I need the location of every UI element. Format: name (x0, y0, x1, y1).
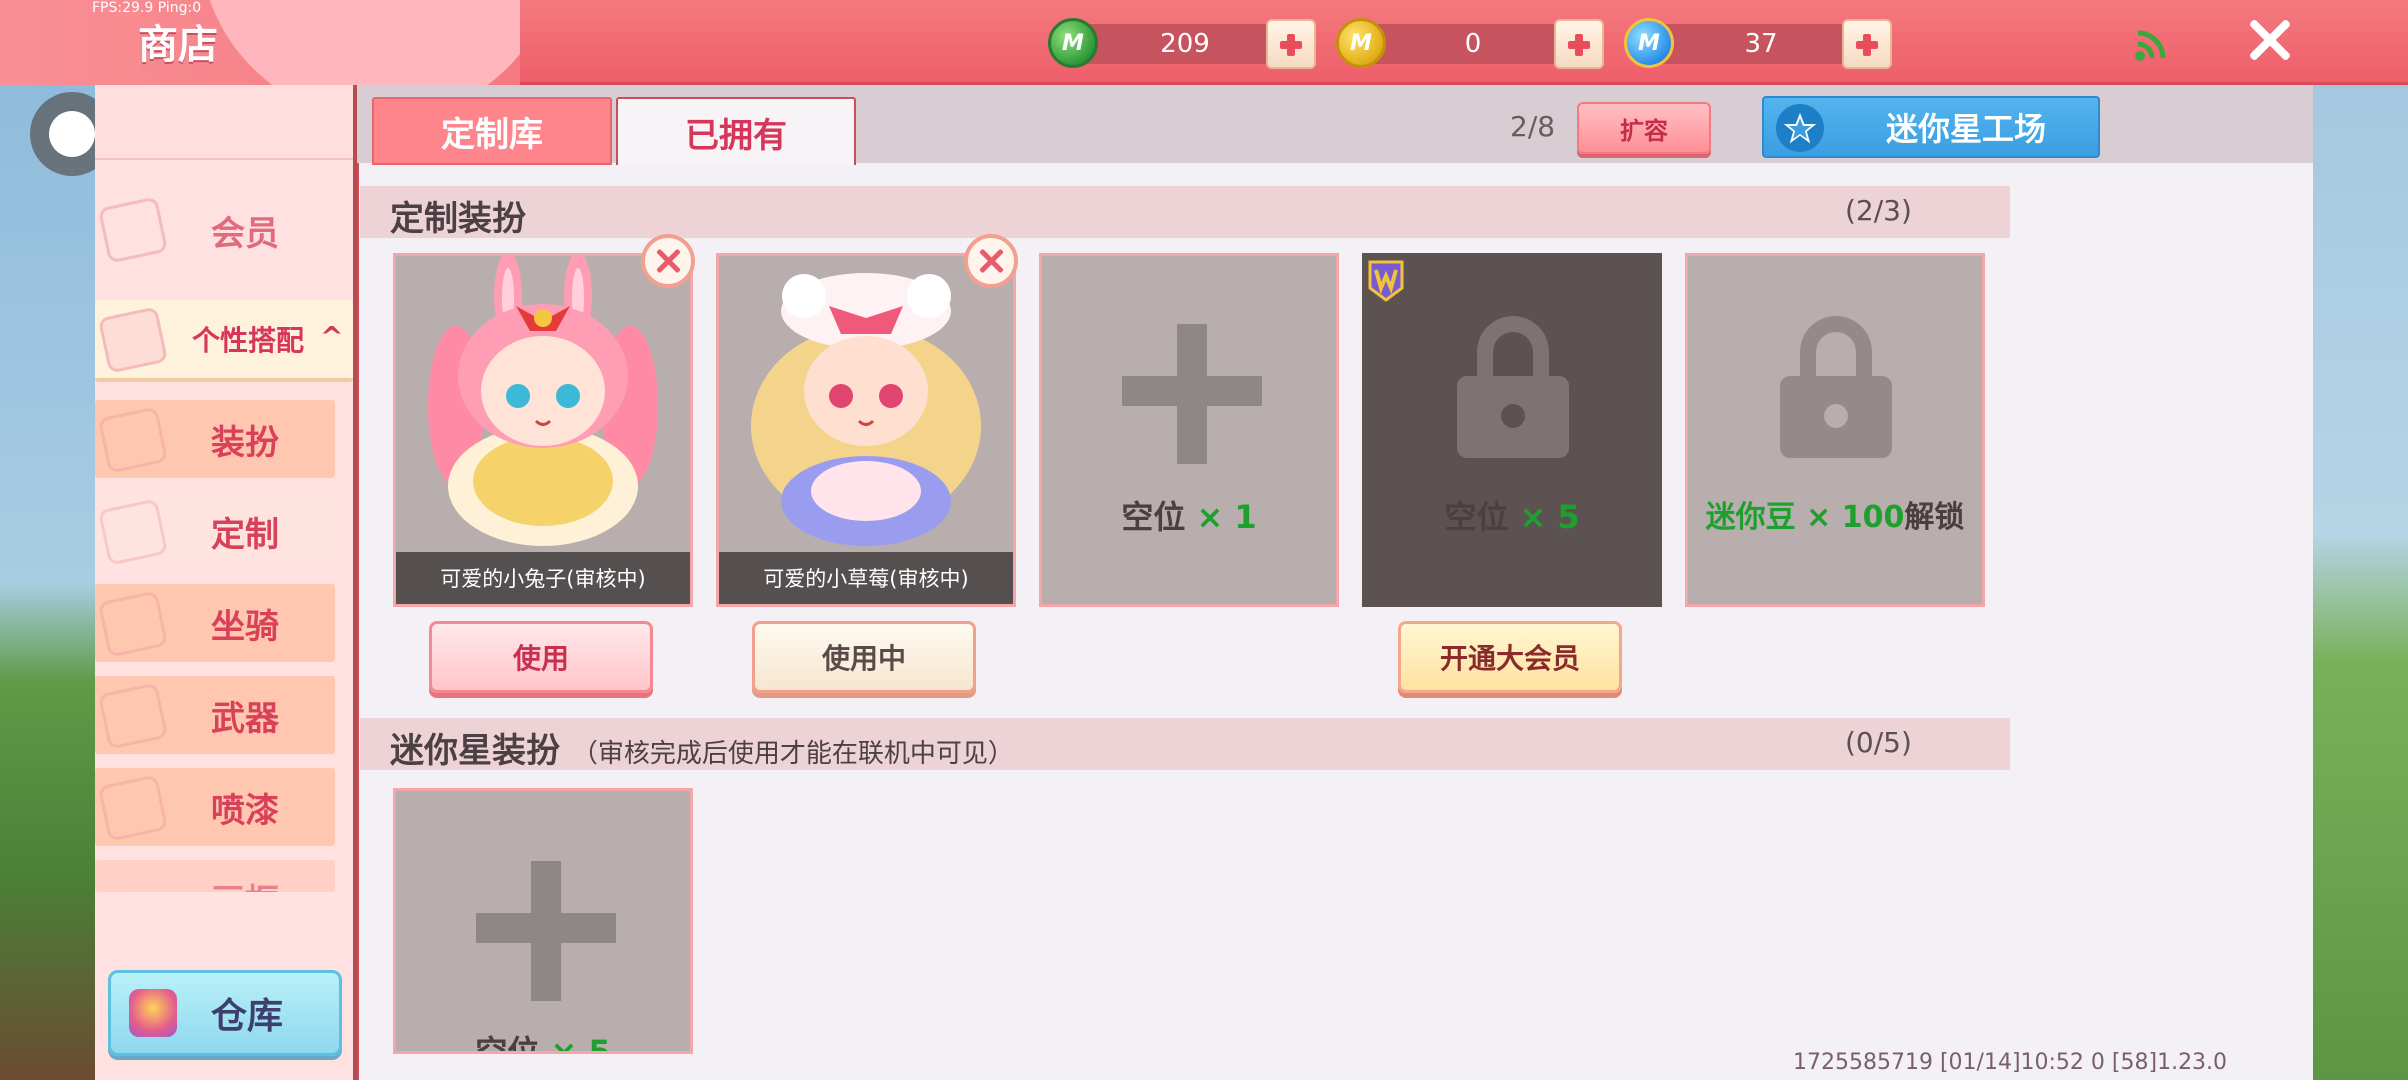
page-title: 商店 (138, 22, 218, 68)
star-icon (1776, 104, 1824, 152)
signal-icon (2135, 30, 2166, 61)
currency-value-point: 37 (1744, 29, 1778, 59)
expand-button[interactable]: 扩容 (1577, 102, 1711, 154)
section-count-mini-star: (0/5) (1845, 726, 1912, 759)
in-use-button[interactable]: 使用中 (752, 621, 976, 693)
lock-icon (1457, 316, 1569, 466)
plus-icon (476, 861, 616, 1001)
mini-star-empty-slot-card[interactable]: 空位 × 5 (393, 788, 693, 1054)
slot-label: 空位 × 5 (475, 1033, 611, 1054)
strawberry-avatar-image (751, 273, 981, 546)
sidebar-item-label: 喷漆 (211, 790, 279, 831)
outfit-caption: 可爱的小草莓(审核中) (719, 552, 1013, 604)
green-coin-icon: M (1048, 18, 1098, 68)
gold-coin-icon: M (1336, 18, 1386, 68)
sidebar-item-custom[interactable]: 定制 (95, 492, 335, 570)
bean-unlock-slot-card[interactable]: 迷你豆 × 100解锁 (1685, 253, 1985, 607)
plus-icon (1122, 324, 1262, 464)
open-vip-button[interactable]: 开通大会员 (1398, 621, 1622, 693)
sidebar-item-mount[interactable]: 坐骑 (95, 584, 335, 662)
workshop-label: 迷你星工场 (1886, 110, 2047, 148)
use-button[interactable]: 使用 (429, 621, 653, 693)
unlock-label: 迷你豆 × 100解锁 (1705, 500, 1965, 535)
section-title-custom: 定制装扮 (390, 199, 526, 239)
add-coin-button[interactable] (1554, 19, 1604, 69)
sidebar-item-label: 武器 (211, 698, 279, 739)
close-icon[interactable] (2244, 14, 2296, 66)
warehouse-icon (129, 989, 177, 1037)
delete-outfit-strawberry-button[interactable] (964, 234, 1018, 288)
add-point-button[interactable] (1842, 19, 1892, 69)
sidebar-item-label: 坐骑 (211, 606, 279, 647)
sidebar-item-label: 会员 (211, 213, 279, 254)
sidebar-header (95, 85, 353, 160)
sidebar-item-label: 画框 (95, 874, 335, 892)
lock-icon (1780, 316, 1892, 466)
slot-label: 空位 × 5 (1444, 498, 1580, 536)
outfit-card-bunny[interactable]: 可爱的小兔子(审核中) (393, 253, 693, 607)
bunny-avatar-image (428, 256, 658, 546)
sidebar-item-member[interactable]: 会员 (95, 190, 335, 270)
build-info: 1725585719 [01/14]10:52 0 [58]1.23.0 (1793, 1050, 2228, 1075)
sidebar-item-label: 装扮 (211, 422, 279, 463)
warehouse-button[interactable]: 仓库 (108, 970, 342, 1056)
background-scenery-right (2312, 85, 2408, 1080)
chevron-up-icon: ^ (320, 320, 344, 353)
empty-slot-card[interactable]: 空位 × 1 (1039, 253, 1339, 607)
outfit-card-strawberry[interactable]: 可爱的小草莓(审核中) (716, 253, 1016, 607)
section-title-mini-star: 迷你星装扮 （审核完成后使用才能在联机中可见） (390, 731, 1014, 771)
capacity-count: 2/8 (1510, 110, 1556, 143)
sidebar-item-frame[interactable]: 画框 (95, 860, 335, 892)
slot-label: 空位 × 1 (1121, 498, 1257, 536)
section-header-custom (360, 186, 2010, 238)
section-count-custom: (2/3) (1845, 194, 1912, 227)
vip-badge-icon (1368, 260, 1404, 302)
sidebar-item-label: 定制 (211, 514, 279, 555)
background-scenery-left (0, 85, 95, 1080)
section-subtitle: （审核完成后使用才能在联机中可见） (571, 739, 1014, 769)
tab-owned[interactable]: 已拥有 (616, 97, 856, 165)
delete-outfit-bunny-button[interactable] (641, 234, 695, 288)
currency-value-coin: 0 (1464, 29, 1482, 59)
outfit-caption: 可爱的小兔子(审核中) (396, 552, 690, 604)
currency-value-bean: 209 (1160, 29, 1210, 59)
sidebar-item-spray[interactable]: 喷漆 (95, 768, 335, 846)
workshop-button[interactable]: 迷你星工场 (1762, 96, 2100, 158)
sidebar-item-personal[interactable]: 个性搭配 ^ (95, 300, 353, 382)
sidebar-item-label: 个性搭配 (192, 324, 305, 357)
add-bean-button[interactable] (1266, 19, 1316, 69)
sidebar-item-weapon[interactable]: 武器 (95, 676, 335, 754)
vip-locked-slot-card[interactable]: 空位 × 5 (1362, 253, 1662, 607)
tab-custom-library[interactable]: 定制库 (372, 97, 612, 165)
warehouse-label: 仓库 (211, 996, 284, 1037)
top-bar-title-area (0, 0, 520, 85)
blue-coin-icon: M (1624, 18, 1674, 68)
sidebar-item-outfit[interactable]: 装扮 (95, 400, 335, 478)
